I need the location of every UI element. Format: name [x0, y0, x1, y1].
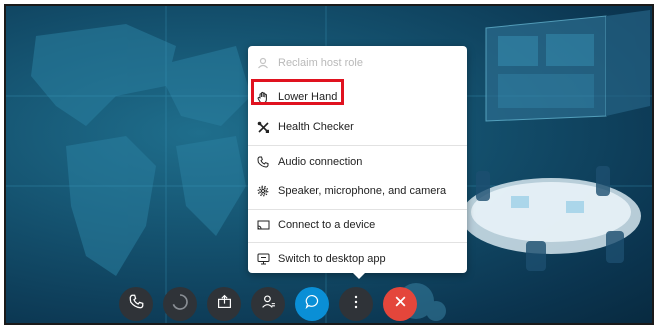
menu-divider	[248, 145, 467, 146]
person-crown-icon	[256, 56, 270, 70]
meeting-window: Reclaim host role Lower Hand Health Chec…	[4, 4, 654, 325]
menu-item-label: Reclaim host role	[278, 57, 363, 69]
menu-item-switch-to-desktop-app[interactable]: Switch to desktop app	[248, 246, 467, 272]
phone-icon	[256, 155, 270, 169]
menu-item-speaker-microphone-camera[interactable]: Speaker, microphone, and camera	[248, 178, 467, 204]
menu-item-reclaim-host-role: Reclaim host role	[248, 50, 467, 76]
menu-item-label: Speaker, microphone, and camera	[278, 185, 447, 197]
menu-item-audio-connection[interactable]: Audio connection	[248, 149, 467, 175]
tools-icon	[256, 120, 270, 134]
spinner-icon	[171, 293, 189, 316]
menu-item-label: Switch to desktop app	[278, 253, 386, 265]
menu-item-label: Health Checker	[278, 121, 354, 133]
loading-button[interactable]	[163, 287, 197, 321]
close-icon	[394, 295, 407, 313]
menu-item-health-checker[interactable]: Health Checker	[248, 114, 467, 140]
share-button[interactable]	[207, 287, 241, 321]
meeting-controls-bar	[6, 287, 652, 323]
lower-hand-highlight-box	[251, 79, 344, 105]
more-options-button[interactable]	[339, 287, 373, 321]
menu-pointer	[352, 272, 366, 279]
chat-button[interactable]	[295, 287, 329, 321]
menu-item-label: Connect to a device	[278, 219, 376, 231]
call-button[interactable]	[119, 287, 153, 321]
chat-icon	[305, 294, 320, 314]
menu-item-label: Audio connection	[278, 156, 363, 168]
share-icon	[217, 294, 232, 314]
menu-divider	[248, 242, 467, 243]
cast-icon	[256, 218, 270, 232]
phone-icon	[129, 294, 144, 314]
participants-button[interactable]	[251, 287, 285, 321]
desktop-icon	[256, 252, 270, 266]
participants-icon	[261, 294, 276, 314]
menu-item-connect-to-device[interactable]: Connect to a device	[248, 212, 467, 238]
menu-divider	[248, 209, 467, 210]
gear-icon	[256, 184, 270, 198]
more-vertical-icon	[354, 295, 358, 314]
leave-button[interactable]	[383, 287, 417, 321]
